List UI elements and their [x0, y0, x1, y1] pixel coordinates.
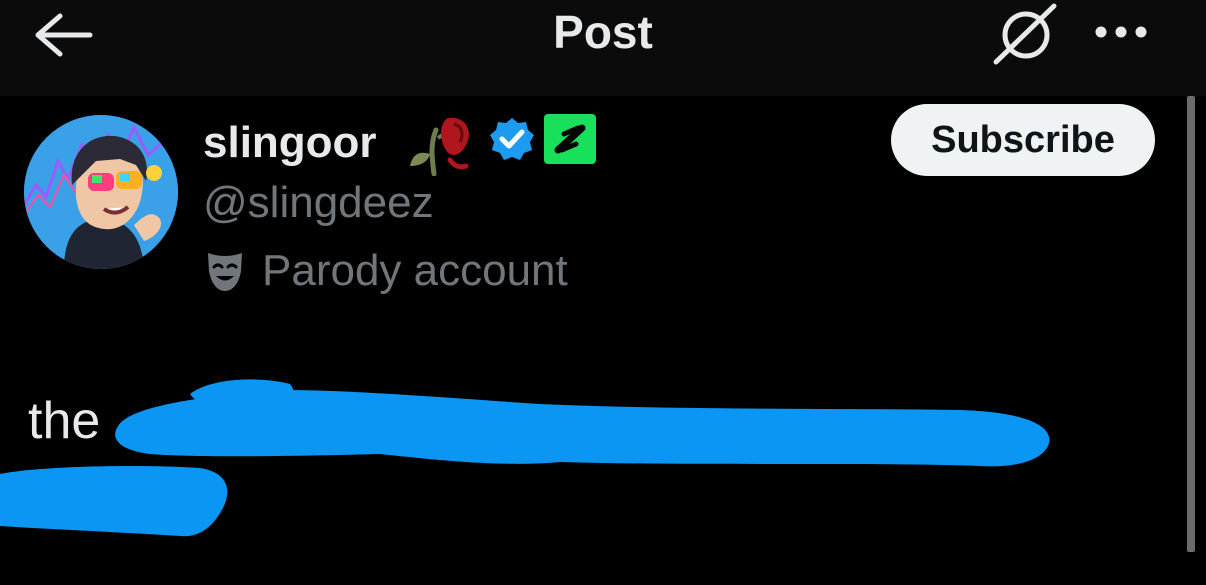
avatar-image [24, 115, 178, 269]
grok-button[interactable] [990, 2, 1060, 66]
more-options-button[interactable] [1090, 14, 1156, 50]
more-dots-icon [1095, 26, 1147, 38]
author-handle[interactable]: @slingdeez [203, 176, 434, 230]
subscribe-button[interactable]: Subscribe [891, 104, 1155, 176]
avatar[interactable] [24, 115, 178, 269]
affiliate-badge-icon[interactable] [544, 114, 596, 164]
top-bar: Post [0, 0, 1206, 96]
grok-icon [993, 3, 1057, 65]
redaction-scribble [0, 370, 1060, 550]
verified-badge-icon[interactable] [489, 116, 535, 162]
scrollbar[interactable] [1187, 96, 1195, 552]
parody-label: Parody account [262, 246, 568, 295]
author-name[interactable]: slingoor [203, 116, 377, 170]
wilted-rose-icon [404, 110, 474, 177]
parody-mask-icon [205, 249, 245, 293]
